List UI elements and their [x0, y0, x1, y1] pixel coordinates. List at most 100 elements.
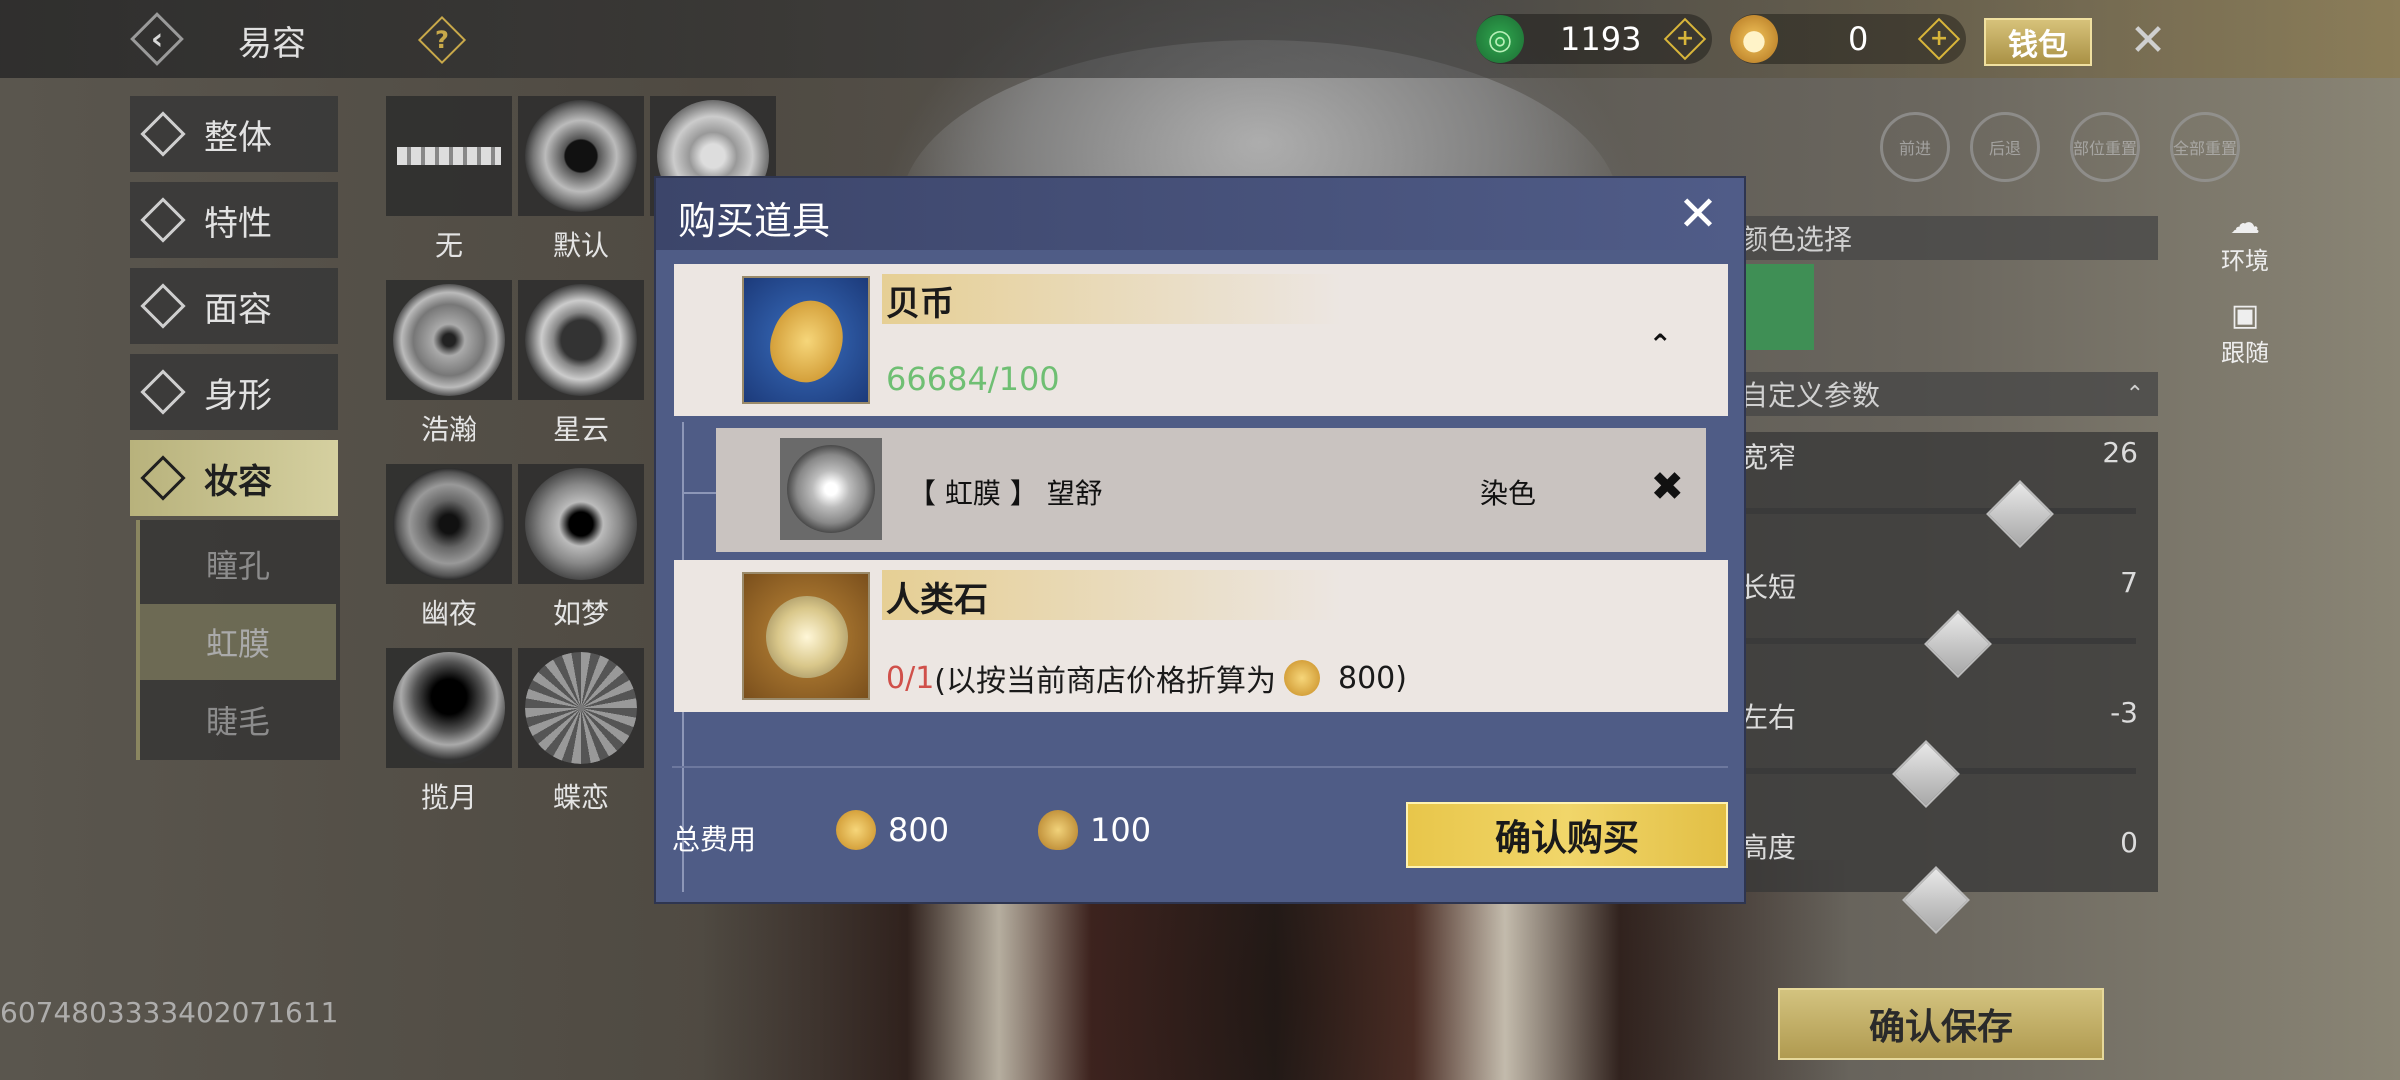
- collapse-chevron-up-icon[interactable]: ⌃: [1649, 328, 1672, 361]
- makeup-icon: [140, 455, 186, 501]
- iris-thumbnail: [393, 284, 505, 396]
- iris-thumbnail: [525, 468, 637, 580]
- eye-option-vast[interactable]: [386, 280, 512, 400]
- jade-icon: ◎: [1476, 15, 1524, 63]
- close-icon[interactable]: ✕: [2120, 12, 2176, 68]
- forward-button[interactable]: 前进: [1880, 112, 1950, 182]
- overall-icon: [140, 111, 186, 157]
- add-shell-button[interactable]: +: [1917, 17, 1961, 61]
- iris-thumbnail: [525, 652, 637, 764]
- environment-label: 环境: [2221, 247, 2269, 275]
- environment-icon: ☁: [2230, 206, 2260, 241]
- eye-option-default[interactable]: [518, 96, 644, 216]
- nav-item-makeup[interactable]: 妆容: [130, 440, 338, 516]
- nav-item-body[interactable]: 身形: [130, 354, 338, 430]
- quantity-owned: 0/1: [886, 660, 935, 696]
- iris-thumbnail: [787, 445, 875, 533]
- sub-item-iris[interactable]: 虹膜: [140, 604, 336, 680]
- iris-thumbnail: [393, 652, 505, 764]
- remove-x-icon[interactable]: ✖: [1650, 464, 1684, 510]
- shell-coin-icon: [760, 290, 854, 392]
- undo-label: 后退: [1988, 139, 2021, 158]
- none-icon: [397, 147, 501, 165]
- eye-label: 无: [434, 229, 463, 262]
- sub-item-iris-wangshu: 【 虹膜 】 望舒 染色 ✖: [716, 428, 1706, 552]
- custom-params-label: 自定义参数: [1740, 379, 1881, 412]
- top-bar: ‹ 易容 ? ◎ 1193 + ● 0 + 钱包 ✕: [0, 0, 2400, 78]
- confirm-save-button[interactable]: 确认保存: [1778, 988, 2104, 1060]
- eye-option-dream[interactable]: [518, 464, 644, 584]
- param-value: 7: [2120, 566, 2138, 599]
- quantity-note: (以按当前商店价格折算为: [934, 664, 1276, 699]
- back-button[interactable]: ‹: [128, 10, 186, 68]
- body-icon: [140, 369, 186, 415]
- gold-coin-icon: [836, 810, 876, 850]
- color-select-header: 颜色选择: [1740, 216, 2158, 260]
- param-label: 宽窄: [1740, 441, 1797, 474]
- modal-title: 购买道具: [678, 199, 831, 243]
- custom-params-header[interactable]: 自定义参数 ⌃: [1740, 372, 2158, 416]
- color-select-label: 颜色选择: [1740, 223, 1853, 256]
- jade-currency: ◎ 1193 +: [1476, 14, 1712, 64]
- question-icon: ?: [435, 26, 449, 54]
- nav-item-overall[interactable]: 整体: [130, 96, 338, 172]
- nav-item-traits[interactable]: 特性: [130, 182, 338, 258]
- chevron-up-icon: ⌃: [2125, 381, 2144, 407]
- plus-icon: +: [1675, 26, 1695, 51]
- user-id: 6074803333402071611: [0, 996, 339, 1029]
- confirm-purchase-button[interactable]: 确认购买: [1406, 802, 1728, 868]
- eye-label: 蝶恋: [552, 781, 609, 814]
- sub-item-eyelash[interactable]: 睫毛: [140, 682, 336, 758]
- reset-part-label: 部位重置: [2073, 139, 2138, 158]
- follow-label: 跟随: [2221, 339, 2269, 367]
- gold-coin-icon: [1284, 660, 1320, 696]
- purchase-modal: 购买道具 ✕ 贝币 66684/100 ⌃ 【 虹膜 】 望舒 染色 ✖ 人类石…: [654, 176, 1746, 904]
- eye-option-none[interactable]: [386, 96, 512, 216]
- close-icon[interactable]: ✕: [1672, 186, 1724, 242]
- shell-amount: 0: [1848, 20, 1869, 58]
- eye-option-dark-night[interactable]: [386, 464, 512, 584]
- nav-item-label: 妆容: [204, 461, 272, 502]
- item-name: 贝币: [886, 284, 954, 324]
- param-value: 0: [2120, 826, 2138, 859]
- param-horizontal: 左右 -3: [1740, 696, 2138, 736]
- nav-item-face[interactable]: 面容: [130, 268, 338, 344]
- jade-amount: 1193: [1560, 20, 1642, 58]
- wallet-button[interactable]: 钱包: [1984, 18, 2092, 66]
- cost-shell-value: 100: [1090, 811, 1152, 849]
- sub-item-pupil[interactable]: 瞳孔: [140, 526, 336, 602]
- iris-item-icon: [780, 438, 882, 540]
- cost-gold: 800: [836, 810, 949, 850]
- undo-button[interactable]: 后退: [1970, 112, 2040, 182]
- stone-icon: [766, 596, 848, 678]
- divider: [672, 766, 1728, 768]
- environment-button[interactable]: ☁ 环境: [2210, 206, 2280, 276]
- color-swatch[interactable]: [1740, 264, 1814, 350]
- eye-label: 星云: [552, 413, 609, 446]
- help-button[interactable]: ?: [417, 15, 467, 65]
- follow-button[interactable]: ▣ 跟随: [2210, 298, 2280, 368]
- slider-width[interactable]: [1740, 508, 2136, 514]
- cost-shell: 100: [1038, 810, 1151, 850]
- plus-icon: +: [1929, 26, 1949, 51]
- shell-coin-icon: ●: [1730, 15, 1778, 63]
- eye-option-moon[interactable]: [386, 648, 512, 768]
- reset-part-button[interactable]: 部位重置: [2070, 112, 2140, 182]
- eye-label: 默认: [552, 229, 609, 262]
- eye-label: 揽月: [420, 781, 477, 814]
- param-value: -3: [2110, 696, 2138, 729]
- total-cost-label: 总费用: [672, 823, 757, 856]
- iris-thumbnail: [393, 468, 505, 580]
- reset-all-button[interactable]: 全部重置: [2170, 112, 2240, 182]
- eye-option-butterfly[interactable]: [518, 648, 644, 768]
- shell-coin-icon: [1038, 810, 1078, 850]
- eye-option-nebula[interactable]: [518, 280, 644, 400]
- human-stone-item-icon: [742, 572, 870, 700]
- nav-item-label: 身形: [204, 375, 272, 416]
- purchase-item-human-stone: 人类石 0/1 (以按当前商店价格折算为 800): [674, 560, 1728, 712]
- modal-header: 购买道具 ✕: [656, 178, 1744, 250]
- add-jade-button[interactable]: +: [1663, 17, 1707, 61]
- purchase-item-shell-coin: 贝币 66684/100 ⌃: [674, 264, 1728, 416]
- item-quantity: 66684/100: [886, 360, 1060, 398]
- face-icon: [140, 283, 186, 329]
